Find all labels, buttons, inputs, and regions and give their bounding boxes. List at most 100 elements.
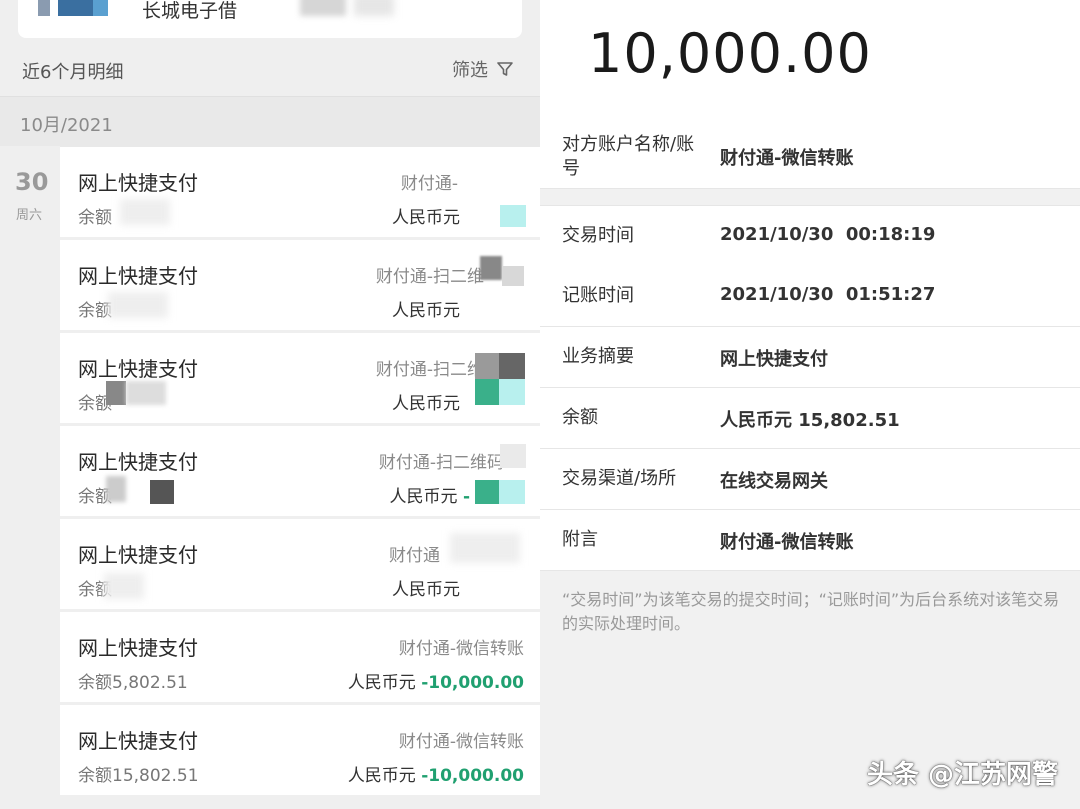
detail-row-counterparty: 对方账户名称/账号 财付通-微信转账 [540, 124, 1080, 189]
transaction-party: 财付通-微信转账 [398, 639, 524, 659]
currency-label: 人民币元 [392, 301, 460, 321]
redaction-mosaic [475, 379, 499, 405]
detail-key: 交易时间 [562, 225, 634, 246]
transaction-title: 网上快捷支付 [78, 450, 198, 474]
transaction-title: 网上快捷支付 [78, 636, 198, 660]
transaction-balance: 余额5,802.51 [78, 673, 188, 693]
redaction-mosaic [475, 353, 499, 379]
funnel-icon [496, 60, 514, 78]
currency-label: 人民币元 [347, 766, 416, 786]
bank-card[interactable]: 长城电子借 [18, 0, 522, 38]
transaction-item[interactable]: 网上快捷支付 余额 财付通-扫二维 人民币元 [60, 333, 540, 423]
transaction-amount: 人民币元 [392, 203, 460, 228]
transaction-balance: 余额15,802.51 [78, 766, 199, 786]
redaction-mosaic [150, 480, 174, 504]
transaction-amount: 人民币元 [392, 389, 460, 414]
transaction-detail-panel: 10,000.00 对方账户名称/账号 财付通-微信转账 交易时间 2021/1… [540, 0, 1080, 809]
time-explanation-note: “交易时间”为该笔交易的提交时间；“记账时间”为后台系统对该笔交易的实际处理时间… [562, 590, 1060, 633]
redaction-mosaic [108, 292, 168, 318]
transaction-title: 网上快捷支付 [78, 264, 198, 288]
summary-bar: 近6个月明细 筛选 [0, 38, 540, 96]
detail-value: 人民币元 15,802.51 [720, 410, 900, 431]
transaction-party: 财付通-扫二维 [375, 360, 484, 380]
amount-value: -10,000.00 [421, 766, 524, 786]
transaction-title: 网上快捷支付 [78, 729, 198, 753]
transaction-title: 网上快捷支付 [78, 543, 198, 567]
amount-value: - [462, 487, 470, 507]
transaction-balance: 余额 [78, 208, 112, 228]
detail-row-remark: 附言 财付通-微信转账 [540, 510, 1080, 571]
transaction-party: 财付通 [389, 546, 440, 566]
transaction-item[interactable]: 网上快捷支付 余额15,802.51 财付通-微信转账 人民币元 -10,000… [60, 705, 540, 795]
detail-value: 2021/10/30 01:51:27 [720, 284, 936, 305]
filter-button[interactable]: 筛选 [452, 56, 514, 82]
redaction-mosaic [499, 480, 525, 504]
detail-key: 附言 [562, 529, 598, 550]
detail-key: 记账时间 [562, 285, 634, 306]
transaction-item[interactable]: 网上快捷支付 余额 财付通 人民币元 [60, 519, 540, 609]
source-watermark: 头条 @江苏网警 [866, 760, 1058, 790]
currency-label: 人民币元 [347, 673, 416, 693]
transaction-balance: 余额 [78, 301, 112, 321]
redaction-mosaic [475, 480, 499, 504]
amount-header: 10,000.00 [540, 0, 1080, 124]
transaction-title: 网上快捷支付 [78, 357, 198, 381]
currency-label: 人民币元 [392, 208, 460, 228]
transaction-title: 网上快捷支付 [78, 171, 198, 195]
redaction-mosaic [500, 205, 526, 227]
currency-label: 人民币元 [392, 394, 460, 414]
currency-label: 人民币元 [389, 487, 458, 507]
filter-label: 筛选 [452, 60, 488, 81]
redaction-mosaic [104, 573, 144, 599]
detail-value: 网上快捷支付 [720, 349, 828, 370]
bank-name: 长城电子借 [142, 0, 238, 22]
redaction-mosaic [354, 0, 394, 16]
detail-row-balance: 余额 人民币元 15,802.51 [540, 388, 1080, 449]
transaction-party: 财付通-扫二维 [375, 267, 484, 287]
month-header: 10月/2021 [0, 96, 540, 147]
redaction-mosaic [126, 381, 166, 405]
transaction-item[interactable]: 网上快捷支付 余额5,802.51 财付通-微信转账 人民币元 -10,000.… [60, 612, 540, 702]
day-weekday: 周六 [16, 208, 43, 223]
detail-key: 交易渠道/场所 [562, 468, 677, 489]
transaction-party: 财付通-微信转账 [398, 732, 524, 752]
transaction-amount: 人民币元 [392, 296, 460, 321]
redaction-mosaic [499, 353, 525, 379]
detail-key: 业务摘要 [562, 346, 634, 367]
transaction-party: 财付通- [400, 174, 458, 194]
redaction-mosaic [450, 533, 520, 563]
redaction-mosaic [120, 199, 170, 225]
redaction-mosaic [106, 476, 126, 502]
detail-row-post-time: 记账时间 2021/10/30 01:51:27 [540, 266, 1080, 327]
amount-value: -10,000.00 [421, 673, 524, 693]
detail-value: 财付通-微信转账 [720, 532, 854, 553]
detail-value: 2021/10/30 00:18:19 [720, 224, 936, 245]
detail-value: 在线交易网关 [720, 471, 828, 492]
detail-key: 对方账户名称/账号 [562, 134, 695, 179]
month-label: 10月/2021 [20, 115, 113, 136]
transaction-item[interactable]: 网上快捷支付 余额 财付通- 人民币元 [60, 147, 540, 237]
detail-key: 余额 [562, 407, 598, 428]
transaction-amount: 人民币元 -10,000.00 [348, 668, 524, 693]
day-number: 30 [15, 168, 49, 196]
redaction-mosaic [106, 381, 126, 405]
detail-row-channel: 交易渠道/场所 在线交易网关 [540, 449, 1080, 510]
redaction-mosaic [499, 379, 525, 405]
transaction-party: 财付通-扫二维码 [378, 453, 504, 473]
detail-row-summary: 业务摘要 网上快捷支付 [540, 327, 1080, 388]
period-label: 近6个月明细 [22, 62, 124, 83]
transaction-item[interactable]: 网上快捷支付 余额 财付通-扫二维码 人民币元 - [60, 426, 540, 516]
redaction-mosaic [480, 256, 502, 280]
transaction-amount: 人民币元 - [390, 482, 470, 507]
bank-logo-icon [38, 0, 138, 16]
transaction-amount: 人民币元 [392, 575, 460, 600]
detail-row-trade-time: 交易时间 2021/10/30 00:18:19 [540, 205, 1080, 267]
redaction-mosaic [500, 444, 526, 468]
transaction-list-panel: 长城电子借 近6个月明细 筛选 10月/2021 30 周六 网上快捷支付 余额… [0, 0, 540, 809]
transaction-amount-large: 10,000.00 [588, 22, 872, 85]
redaction-mosaic [502, 266, 524, 286]
transaction-item[interactable]: 网上快捷支付 余额 财付通-扫二维 人民币元 [60, 240, 540, 330]
currency-label: 人民币元 [392, 580, 460, 600]
day-column: 30 周六 [0, 146, 60, 809]
detail-value: 财付通-微信转账 [720, 148, 854, 169]
